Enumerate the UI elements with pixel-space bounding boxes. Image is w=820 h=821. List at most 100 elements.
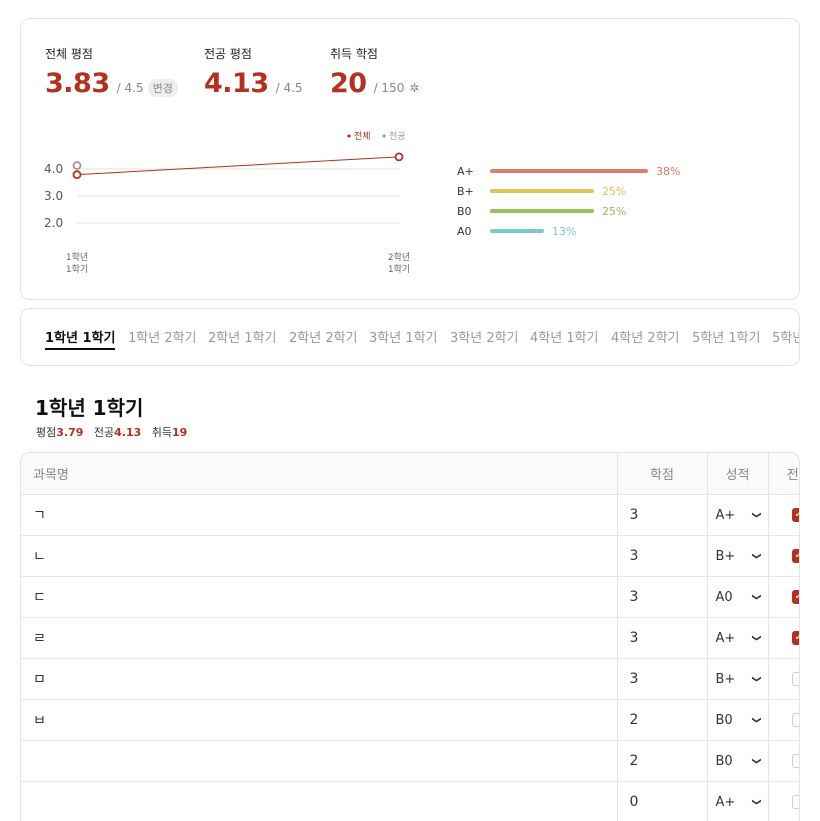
distribution-grade-label: B0 (457, 204, 472, 218)
distribution-percent: 25% (601, 204, 627, 218)
course-name-cell[interactable]: ㄹ (21, 617, 617, 659)
credit-cell[interactable]: 0 (616, 781, 707, 821)
header-course-name: 과목명 (21, 453, 617, 495)
checkmark-icon: ✓ (795, 591, 799, 602)
chevron-down-icon: ❯ (750, 757, 761, 765)
table-row: ㅂ 2 B0 ❯ (21, 699, 799, 741)
major-checkbox[interactable] (791, 794, 799, 809)
credit-cell[interactable]: 3 (616, 617, 707, 659)
legend-dot (382, 134, 386, 138)
tab-semester[interactable]: 1학년 1학기 (45, 327, 116, 350)
header-credit: 학점 (616, 453, 707, 495)
checkmark-icon: ✓ (795, 509, 799, 520)
term-gpa-label: 평점 (36, 426, 57, 439)
table-row: ㅁ 3 B+ ❯ (21, 658, 799, 700)
distribution-bar (490, 169, 648, 173)
grade-value: B0 (715, 753, 733, 769)
x-tick-label: 2학년 (388, 252, 410, 263)
credit-cell[interactable]: 3 (616, 576, 707, 618)
grade-value: B0 (715, 712, 733, 728)
checkmark-icon: ✓ (795, 632, 799, 643)
table-header: 과목명 학점 성적 전공 (21, 453, 799, 495)
tab-semester[interactable]: 5학년 1학기 (692, 327, 761, 346)
distribution-bar (490, 229, 545, 233)
major-checkbox[interactable]: ✓ (791, 548, 799, 563)
credit-cell[interactable]: 2 (616, 740, 707, 782)
table-row: ㄷ3 A0 ❯ ✓ (21, 576, 799, 618)
gpa-trend-chart: 4.03.02.01학년1학기2학년1학기전체 전공 (44, 131, 410, 275)
y-tick-label: 3.0 (44, 189, 63, 203)
grade-select[interactable]: A0 ❯ (715, 589, 761, 605)
series-point-0 (394, 152, 404, 162)
major-checkbox[interactable]: ✓ (791, 630, 799, 645)
tab-semester[interactable]: 4학년 2학기 (611, 327, 680, 346)
major-checkbox[interactable]: ✓ (791, 507, 799, 522)
tab-semester[interactable]: 2학년 2학기 (289, 327, 358, 346)
course-name-cell[interactable]: ㄱ (21, 494, 617, 536)
tab-semester[interactable]: 2학년 1학기 (208, 327, 277, 346)
course-name-cell[interactable]: ㄴ (21, 535, 617, 577)
x-tick-label: 1학년 (66, 252, 88, 263)
distribution-percent: 38% (656, 164, 681, 178)
distribution-row: A0 13% (457, 224, 577, 238)
major-checkbox[interactable] (791, 712, 799, 727)
table-row: ㄹ3 A+ ❯ ✓ (21, 617, 799, 659)
term-title: 1학년 1학기 (35, 396, 144, 420)
tab-semester[interactable]: 3학년 2학기 (450, 327, 519, 346)
grade-select[interactable]: B+ ❯ (716, 672, 761, 687)
course-name-cell[interactable] (21, 740, 617, 782)
x-tick-label: 1학기 (66, 264, 88, 275)
grade-value: A+ (715, 794, 736, 810)
course-name-cell[interactable] (21, 781, 617, 821)
header-grade: 성적 (706, 453, 768, 495)
distribution-row: B+ 25% (457, 184, 626, 198)
series-point-0 (72, 170, 82, 180)
distribution-grade-label: A0 (457, 224, 472, 238)
distribution-grade-label: A+ (457, 164, 474, 178)
y-tick-label: 4.0 (44, 162, 63, 176)
distribution-row: B0 25% (457, 204, 626, 218)
course-table: 과목명 학점 성적 전공 ㄱ3A+❯✓ㄴ3B+❯✓ㄷ3A0❯✓ㄹ3A+❯✓ㅁ3B… (20, 452, 800, 821)
grade-select[interactable]: B0 ❯ (715, 753, 761, 769)
tab-semester[interactable]: 3학년 1학기 (369, 327, 438, 346)
grade-value: A0 (715, 589, 733, 605)
term-major-label: 전공 (93, 426, 115, 439)
credit-cell[interactable]: 3 (616, 494, 707, 536)
course-name-cell[interactable]: ㅂ (21, 699, 617, 741)
legend-dot (347, 134, 351, 138)
series-point-1 (72, 161, 82, 170)
grade-value: B+ (715, 548, 736, 564)
table-row: 0 A+ ❯ (21, 781, 799, 821)
term-credits-value: 19 (172, 426, 188, 439)
chevron-down-icon: ❯ (750, 675, 761, 683)
credit-cell[interactable]: 2 (616, 699, 707, 741)
grade-select[interactable]: A+ ❯ (715, 794, 761, 810)
table-row: 2 B0 ❯ (21, 740, 799, 782)
grade-select[interactable]: B+ ❯ (715, 548, 761, 564)
grade-select[interactable]: B0 ❯ (715, 712, 761, 728)
tab-semester[interactable]: 1학년 2학기 (128, 327, 197, 346)
distribution-row: A+ 38% (457, 164, 680, 178)
credit-cell[interactable]: 3 (616, 658, 707, 700)
table-row: ㄴ3 B+ ❯ ✓ (21, 535, 799, 577)
table-row: ㄱ3 A+ ❯ ✓ (21, 494, 799, 536)
credit-cell[interactable]: 3 (616, 535, 707, 577)
major-checkbox[interactable] (791, 671, 799, 686)
term-gpa-value: 3.79 (56, 426, 84, 439)
tab-semester[interactable]: 4학년 1학기 (530, 327, 599, 346)
series-line-0 (76, 156, 400, 176)
term-major-value: 4.13 (114, 426, 142, 439)
course-name-cell[interactable]: ㅁ (21, 658, 617, 700)
course-name-cell[interactable]: ㄷ (21, 576, 617, 618)
chevron-down-icon: ❯ (750, 552, 761, 560)
header-major: 전공 (767, 453, 799, 495)
major-checkbox[interactable] (791, 753, 799, 768)
grade-select[interactable]: A+ ❯ (716, 508, 761, 523)
distribution-grade-label: B+ (457, 184, 474, 198)
x-tick-label: 1학기 (388, 264, 410, 275)
grade-select[interactable]: A+ ❯ (716, 631, 761, 646)
legend-label: 전공 (389, 131, 406, 142)
tab-semester[interactable]: 5학년 2학기 (772, 327, 799, 346)
y-tick-label: 2.0 (44, 216, 63, 230)
major-checkbox[interactable]: ✓ (791, 589, 799, 604)
